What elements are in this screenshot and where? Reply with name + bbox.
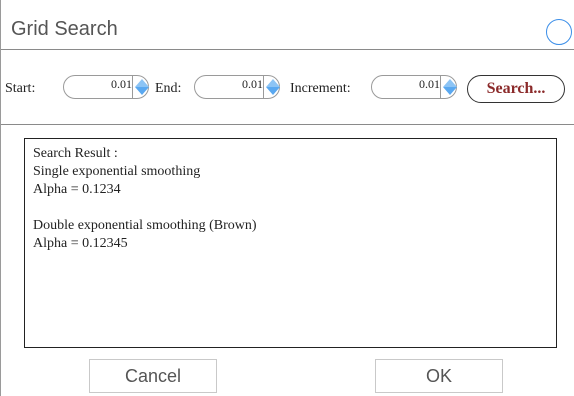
search-parameters-bar: Start: End: Increment: bbox=[1, 51, 574, 125]
up-down-arrows-icon[interactable] bbox=[442, 78, 458, 96]
result-blank-line bbox=[33, 199, 548, 217]
increment-spinner[interactable] bbox=[371, 75, 457, 99]
grid-search-dialog: Grid Search Start: End: Increment: bbox=[0, 0, 574, 396]
end-input[interactable] bbox=[195, 76, 263, 92]
start-spinner[interactable] bbox=[63, 75, 149, 99]
circle-icon[interactable] bbox=[546, 19, 572, 45]
result-line: Double exponential smoothing (Brown) bbox=[33, 218, 257, 233]
result-line: Alpha = 0.12345 bbox=[33, 236, 128, 251]
start-input[interactable] bbox=[64, 76, 132, 92]
title-bar: Grid Search bbox=[1, 0, 574, 50]
dialog-title: Grid Search bbox=[11, 18, 118, 40]
search-result-box: Search Result : Single exponential smoot… bbox=[24, 138, 557, 348]
spinner-divider bbox=[132, 76, 133, 98]
result-line: Search Result : bbox=[33, 146, 118, 161]
up-down-arrows-icon[interactable] bbox=[134, 78, 150, 96]
cancel-button[interactable]: Cancel bbox=[89, 359, 217, 393]
increment-label: Increment: bbox=[290, 81, 351, 96]
end-spinner[interactable] bbox=[194, 75, 280, 99]
up-down-arrows-icon[interactable] bbox=[265, 78, 281, 96]
start-label: Start: bbox=[5, 81, 36, 96]
end-label: End: bbox=[155, 81, 182, 96]
search-button[interactable]: Search... bbox=[467, 75, 565, 103]
spinner-divider bbox=[263, 76, 264, 98]
result-line: Alpha = 0.1234 bbox=[33, 182, 121, 197]
ok-button[interactable]: OK bbox=[375, 359, 503, 393]
spinner-divider bbox=[440, 76, 441, 98]
increment-input[interactable] bbox=[372, 76, 440, 92]
result-line: Single exponential smoothing bbox=[33, 164, 201, 179]
